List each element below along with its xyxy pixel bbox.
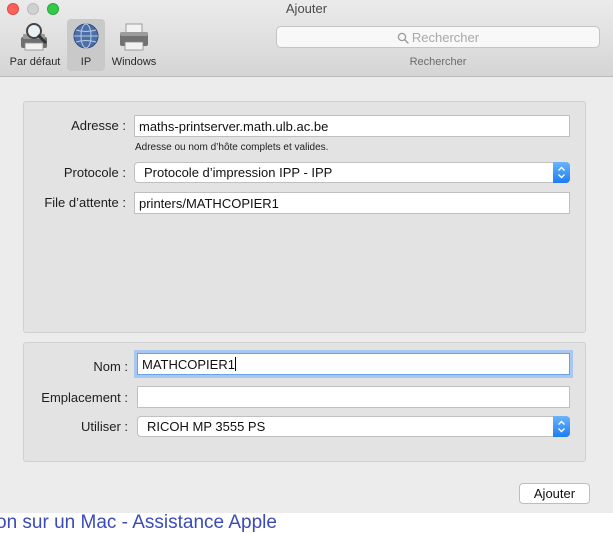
name-value: MATHCOPIER1 <box>142 357 235 372</box>
protocol-select[interactable]: Protocole d’impression IPP - IPP <box>134 162 570 183</box>
protocol-stepper[interactable] <box>553 162 570 183</box>
title-bar: Ajouter Par défaut IP Windows Rechercher… <box>0 0 613 77</box>
background-page-text: on sur un Mac - Assistance Apple <box>0 512 277 533</box>
add-button[interactable]: Ajouter <box>519 483 590 504</box>
window-title: Ajouter <box>285 1 328 16</box>
add-printer-window: Ajouter Par défaut IP Windows Rechercher… <box>0 0 613 513</box>
use-driver-value: RICOH MP 3555 PS <box>147 419 266 434</box>
queue-field[interactable]: printers/MATHCOPIER1 <box>134 192 570 214</box>
tab-ip[interactable]: IP <box>67 19 105 71</box>
text-caret <box>234 357 236 371</box>
tab-ip-label: IP <box>80 56 92 68</box>
tab-windows-label: Windows <box>111 56 157 68</box>
protocol-value: Protocole d’impression IPP - IPP <box>144 165 333 180</box>
tab-default-label: Par défaut <box>9 56 61 68</box>
use-driver-stepper[interactable] <box>553 416 570 437</box>
default-printer-icon <box>21 23 47 51</box>
queue-label: File d’attente : <box>44 195 126 210</box>
tab-windows[interactable]: Windows <box>106 19 162 71</box>
tab-default[interactable]: Par défaut <box>4 19 66 71</box>
use-driver-select[interactable]: RICOH MP 3555 PS <box>137 416 570 437</box>
globe-icon <box>73 23 99 49</box>
search-placeholder: Rechercher <box>411 30 480 45</box>
chevron-up-down-icon <box>558 166 565 179</box>
protocol-label: Protocole : <box>63 165 126 180</box>
name-field[interactable]: MATHCOPIER1 <box>137 353 570 375</box>
chevron-up-down-icon <box>558 420 565 433</box>
search-icon <box>397 32 409 44</box>
search-caption: Rechercher <box>409 56 467 68</box>
search-field[interactable]: Rechercher <box>276 26 600 48</box>
use-label: Utiliser : <box>81 419 128 434</box>
address-hint: Adresse ou nom d’hôte complets et valide… <box>135 142 329 153</box>
address-label: Adresse : <box>71 118 126 133</box>
address-field[interactable]: maths-printserver.math.ulb.ac.be <box>134 115 570 137</box>
location-label: Emplacement : <box>41 390 128 405</box>
name-label: Nom : <box>93 359 128 374</box>
windows-printer-icon <box>120 23 148 51</box>
location-field[interactable] <box>137 386 570 408</box>
